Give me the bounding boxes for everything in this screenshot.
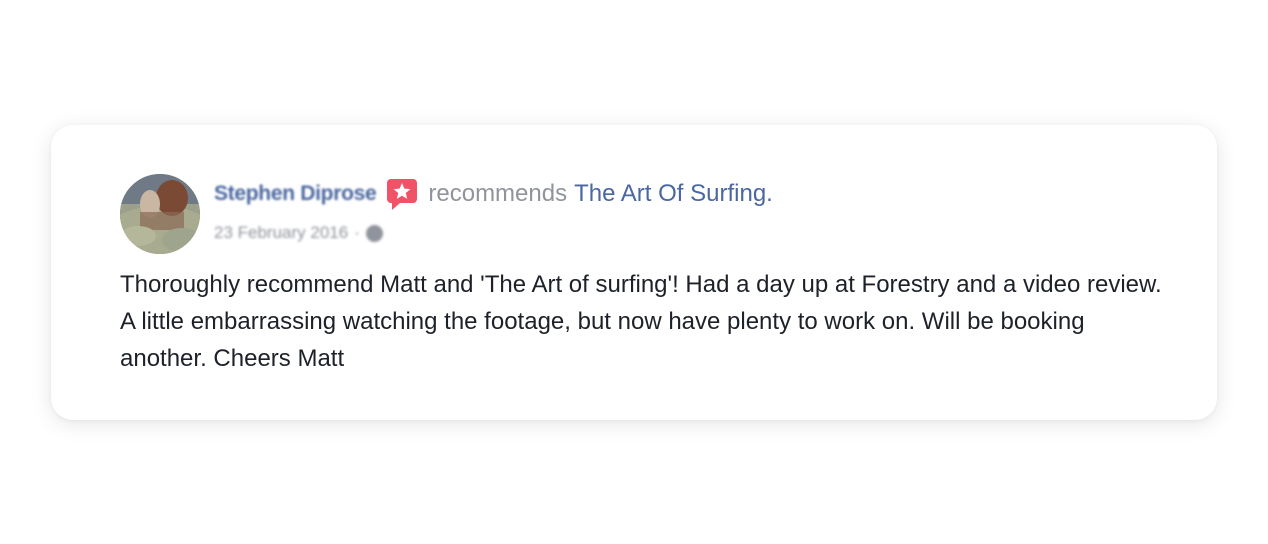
post-date-link[interactable]: 23 February 2016 — [214, 223, 348, 243]
review-card: Stephen Diprose recommends The Art Of Su… — [51, 125, 1217, 420]
meta-separator: · — [354, 223, 360, 242]
globe-icon[interactable] — [365, 224, 383, 242]
review-header: Stephen Diprose recommends The Art Of Su… — [214, 177, 773, 211]
recommendation-star-icon — [386, 177, 418, 211]
author-name-link[interactable]: Stephen Diprose — [214, 182, 377, 206]
page-name-link[interactable]: The Art Of Surfing. — [574, 180, 773, 208]
avatar-photo — [120, 174, 200, 254]
avatar[interactable] — [120, 174, 200, 254]
recommends-label: recommends — [428, 180, 568, 207]
review-text: Thoroughly recommend Matt and 'The Art o… — [120, 271, 1162, 372]
review-meta: 23 February 2016 · — [214, 221, 383, 245]
